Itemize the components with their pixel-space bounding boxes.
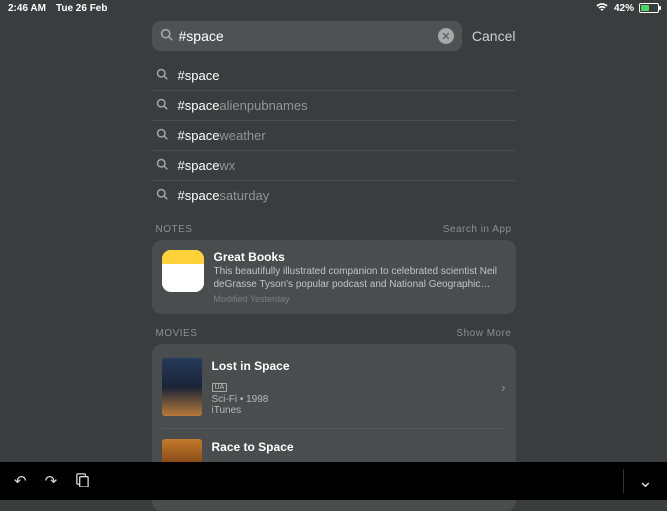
search-icon: [156, 128, 168, 143]
separator: [623, 469, 624, 493]
battery-percent: 42%: [614, 3, 634, 14]
keyboard-toolbar: ↶ ↷ ⌄: [0, 462, 667, 500]
movies-section-title: MOVIES: [156, 328, 198, 339]
suggestion-item[interactable]: #spaceweather: [152, 121, 516, 151]
suggestion-item[interactable]: #spacewx: [152, 151, 516, 181]
search-icon: [156, 188, 168, 203]
movie-source: iTunes: [212, 405, 491, 416]
paste-button[interactable]: [75, 472, 90, 491]
note-title: Great Books: [214, 250, 506, 264]
cancel-button[interactable]: Cancel: [472, 28, 516, 44]
clear-search-button[interactable]: ✕: [438, 28, 454, 44]
notes-section-title: NOTES: [156, 224, 193, 235]
status-time: 2:46 AM: [8, 3, 46, 14]
dismiss-keyboard-button[interactable]: ⌄: [638, 471, 653, 492]
search-suggestions: #space#spacealienpubnames#spaceweather#s…: [152, 61, 516, 210]
suggestion-item[interactable]: #spacesaturday: [152, 181, 516, 210]
movie-title: Lost in Space: [212, 359, 491, 373]
battery-icon: [639, 3, 659, 13]
search-field[interactable]: ✕: [152, 21, 462, 51]
search-in-app-link[interactable]: Search in App: [443, 224, 512, 235]
undo-button[interactable]: ↶: [14, 472, 27, 490]
search-icon: [156, 158, 168, 173]
suggestion-item[interactable]: #spacealienpubnames: [152, 91, 516, 121]
note-modified: Modified Yesterday: [214, 294, 506, 304]
search-icon: [156, 68, 168, 83]
wifi-icon: [595, 2, 609, 15]
movie-result[interactable]: Lost in Space UA Sci-Fi • 1998iTunes ›: [162, 354, 506, 420]
show-more-link[interactable]: Show More: [456, 328, 511, 339]
notes-app-icon: [162, 250, 204, 292]
suggestion-item[interactable]: #space: [152, 61, 516, 91]
movie-rating: UA: [212, 383, 228, 392]
status-date: Tue 26 Feb: [56, 3, 108, 14]
status-bar: 2:46 AM Tue 26 Feb 42%: [0, 0, 667, 16]
movie-meta: Sci-Fi • 1998: [212, 394, 491, 405]
search-icon: [156, 98, 168, 113]
redo-button[interactable]: ↷: [45, 472, 58, 490]
note-result[interactable]: Great Books This beautifully illustrated…: [162, 250, 506, 304]
movie-poster: [162, 358, 202, 416]
movie-title: Race to Space: [212, 440, 491, 454]
search-input[interactable]: [179, 28, 432, 44]
search-icon: [160, 28, 173, 44]
note-preview: This beautifully illustrated companion t…: [214, 266, 506, 291]
chevron-right-icon: ›: [501, 379, 506, 395]
